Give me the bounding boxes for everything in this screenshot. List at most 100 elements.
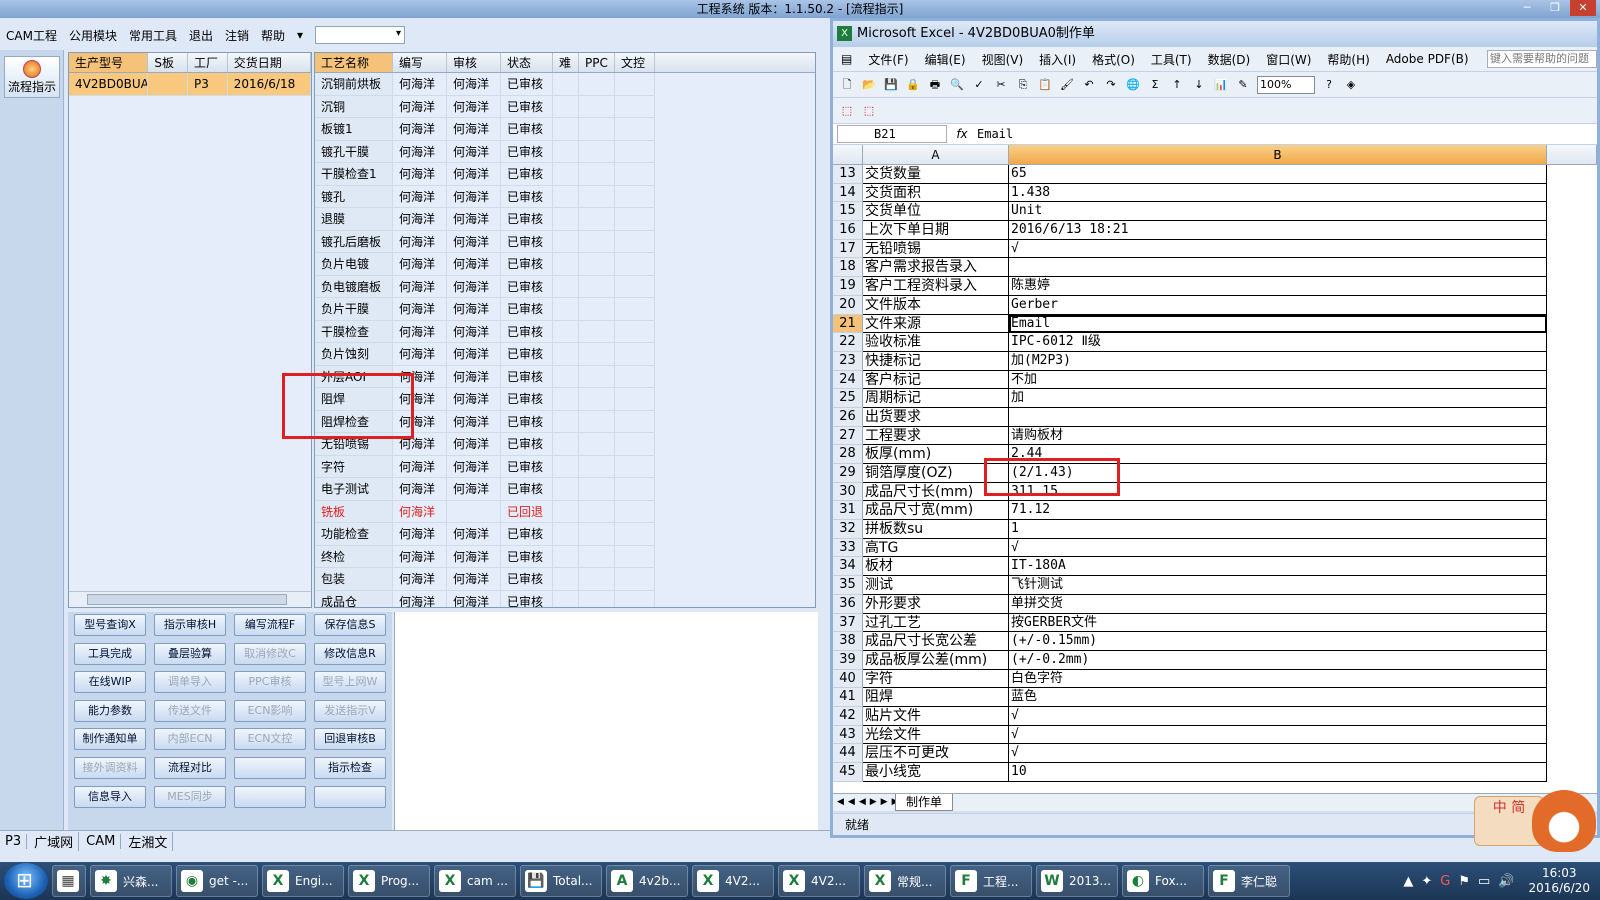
cell-a[interactable]: 交货单位 xyxy=(863,202,1009,222)
process-grid-cell[interactable] xyxy=(615,208,655,231)
process-grid-cell[interactable]: 沉铜前烘板 xyxy=(315,73,393,96)
process-grid-cell[interactable]: 何海洋 xyxy=(447,523,501,546)
model-grid-hscrollbar[interactable] xyxy=(69,591,311,607)
model-grid-cell[interactable]: P3 xyxy=(188,73,228,96)
cell-b[interactable]: 白色字符 xyxy=(1009,669,1547,689)
process-grid-cell[interactable] xyxy=(553,140,579,163)
process-grid-row[interactable]: 电子测试 何海洋 何海洋 已审核 xyxy=(315,478,815,501)
process-grid-cell[interactable]: 已审核 xyxy=(501,73,553,96)
excel-menu-item[interactable]: 格式(O) xyxy=(1084,51,1143,68)
model-grid-column-header[interactable]: 生产型号 xyxy=(69,53,149,72)
excel-menu-item[interactable]: 数据(D) xyxy=(1200,51,1259,68)
process-grid-cell[interactable] xyxy=(615,410,655,433)
fx-icon[interactable]: fx xyxy=(947,127,977,141)
cell-b[interactable]: Gerber xyxy=(1009,295,1547,315)
ime-widget[interactable]: 中 简 xyxy=(1474,790,1600,854)
cell-b[interactable]: √ xyxy=(1009,725,1547,745)
command-button[interactable]: 调单导入 xyxy=(154,671,226,694)
cell-a[interactable]: 成品尺寸长宽公差 xyxy=(863,632,1009,651)
zoom-select[interactable]: 100% xyxy=(1257,75,1315,94)
flow-indicator-button[interactable]: 流程指示 xyxy=(4,56,60,98)
row-header[interactable]: 40 xyxy=(833,669,863,689)
process-grid-row[interactable]: 负片电镀 何海洋 何海洋 已审核 xyxy=(315,253,815,276)
taskbar-item[interactable]: X 4V2... xyxy=(692,865,774,897)
process-grid-cell[interactable]: 何海洋 xyxy=(393,545,447,568)
cell-b[interactable]: 蓝色 xyxy=(1009,688,1547,707)
process-grid-cell[interactable] xyxy=(579,118,615,141)
tray-expand-icon[interactable]: ▲ xyxy=(1403,874,1413,889)
process-grid-cell[interactable] xyxy=(615,455,655,478)
column-header-c[interactable] xyxy=(1547,145,1597,164)
cell-a[interactable]: 上次下单日期 xyxy=(863,221,1009,240)
process-grid-row[interactable]: 负电镀磨板 何海洋 何海洋 已审核 xyxy=(315,275,815,298)
process-grid-cell[interactable] xyxy=(553,545,579,568)
process-grid-cell[interactable]: 镀孔 xyxy=(315,185,393,208)
process-grid-row[interactable]: 沉铜前烘板 何海洋 何海洋 已审核 xyxy=(315,73,815,96)
process-grid-cell[interactable] xyxy=(579,320,615,343)
command-button[interactable]: 制作通知单 xyxy=(74,728,146,751)
process-grid-cell[interactable] xyxy=(615,163,655,186)
command-button[interactable]: 型号上网W xyxy=(314,671,386,694)
process-grid-cell[interactable]: 何海洋 xyxy=(447,298,501,321)
cell-a[interactable]: 测试 xyxy=(863,576,1009,595)
process-grid-cell[interactable] xyxy=(579,163,615,186)
process-grid-cell[interactable]: 何海洋 xyxy=(447,545,501,568)
row-header[interactable]: 41 xyxy=(833,688,863,707)
process-grid-cell[interactable]: 镀孔干膜 xyxy=(315,140,393,163)
process-grid-row[interactable]: 包装 何海洋 何海洋 已审核 xyxy=(315,568,815,591)
process-grid-cell[interactable]: 已审核 xyxy=(501,253,553,276)
process-grid-cell[interactable]: 已审核 xyxy=(501,568,553,591)
command-button[interactable]: 传送文件 xyxy=(154,699,226,722)
close-icon[interactable]: ✕ xyxy=(1570,0,1596,16)
cell-a[interactable]: 贴片文件 xyxy=(863,706,1009,726)
process-grid-cell[interactable] xyxy=(553,320,579,343)
taskbar-item[interactable]: W 2013... xyxy=(1036,865,1118,897)
command-button[interactable]: PPC审核 xyxy=(234,671,306,694)
process-grid-cell[interactable] xyxy=(553,118,579,141)
process-grid-cell[interactable] xyxy=(579,500,615,523)
volume-icon[interactable]: 🔊 xyxy=(1498,874,1514,889)
excel-menu-item[interactable]: Adobe PDF(B) xyxy=(1378,52,1477,66)
process-grid-cell[interactable]: 何海洋 xyxy=(447,185,501,208)
excel-menu-item[interactable]: 文件(F) xyxy=(860,51,916,68)
cell-b[interactable]: (+/-0.2mm) xyxy=(1009,650,1547,670)
help-icon[interactable]: ? xyxy=(1321,77,1337,93)
process-grid-cell[interactable]: 何海洋 xyxy=(393,163,447,186)
print-icon[interactable]: 🖶 xyxy=(927,77,943,93)
process-grid-cell[interactable] xyxy=(553,388,579,411)
autosum-icon[interactable]: Σ xyxy=(1147,77,1163,93)
command-button[interactable]: 型号查询X xyxy=(74,614,146,636)
process-grid-cell[interactable]: 已审核 xyxy=(501,523,553,546)
chart-icon[interactable]: 📊 xyxy=(1213,77,1229,93)
taskbar-item[interactable]: ◉ get -... xyxy=(176,865,258,897)
process-grid-row[interactable]: 沉铜 何海洋 何海洋 已审核 xyxy=(315,95,815,118)
process-grid-cell[interactable] xyxy=(579,140,615,163)
command-button[interactable]: 工具完成 xyxy=(74,642,146,665)
process-grid-row[interactable]: 字符 何海洋 何海洋 已审核 xyxy=(315,455,815,478)
process-grid-cell[interactable] xyxy=(615,568,655,591)
process-grid-cell[interactable]: 何海洋 xyxy=(393,185,447,208)
cell-a[interactable]: 高TG xyxy=(863,538,1009,558)
cell-b[interactable] xyxy=(1009,258,1547,278)
row-header[interactable]: 19 xyxy=(833,277,863,296)
app-menu-item[interactable]: CAM工程 xyxy=(0,27,63,44)
process-grid-cell[interactable]: 何海洋 xyxy=(393,478,447,501)
process-grid-cell[interactable] xyxy=(553,523,579,546)
process-grid-row[interactable]: 干膜检查1 何海洋 何海洋 已审核 xyxy=(315,163,815,186)
cell-a[interactable]: 无铅喷锡 xyxy=(863,239,1009,259)
excel-menu-item[interactable]: 窗口(W) xyxy=(1258,51,1319,68)
taskbar-item[interactable]: F 李仁聪 xyxy=(1208,865,1290,897)
cell-a[interactable]: 周期标记 xyxy=(863,389,1009,408)
process-grid-cell[interactable]: 包装 xyxy=(315,568,393,591)
menu-dropdown-arrow-icon[interactable]: ▾ xyxy=(291,28,309,42)
row-header[interactable]: 37 xyxy=(833,613,863,633)
scroll-thumb[interactable] xyxy=(87,594,287,605)
command-button[interactable]: 编写流程F xyxy=(234,614,306,636)
cell-a[interactable]: 阻焊 xyxy=(863,688,1009,707)
process-grid-cell[interactable]: 何海洋 xyxy=(447,568,501,591)
process-grid-column-header[interactable]: 难 xyxy=(553,53,579,72)
sheet-nav-arrows[interactable]: ◀◀◀▶▶▶ xyxy=(837,794,903,811)
process-grid-cell[interactable] xyxy=(553,568,579,591)
cell-a[interactable]: 光绘文件 xyxy=(863,725,1009,745)
model-grid-cell[interactable] xyxy=(148,73,189,96)
